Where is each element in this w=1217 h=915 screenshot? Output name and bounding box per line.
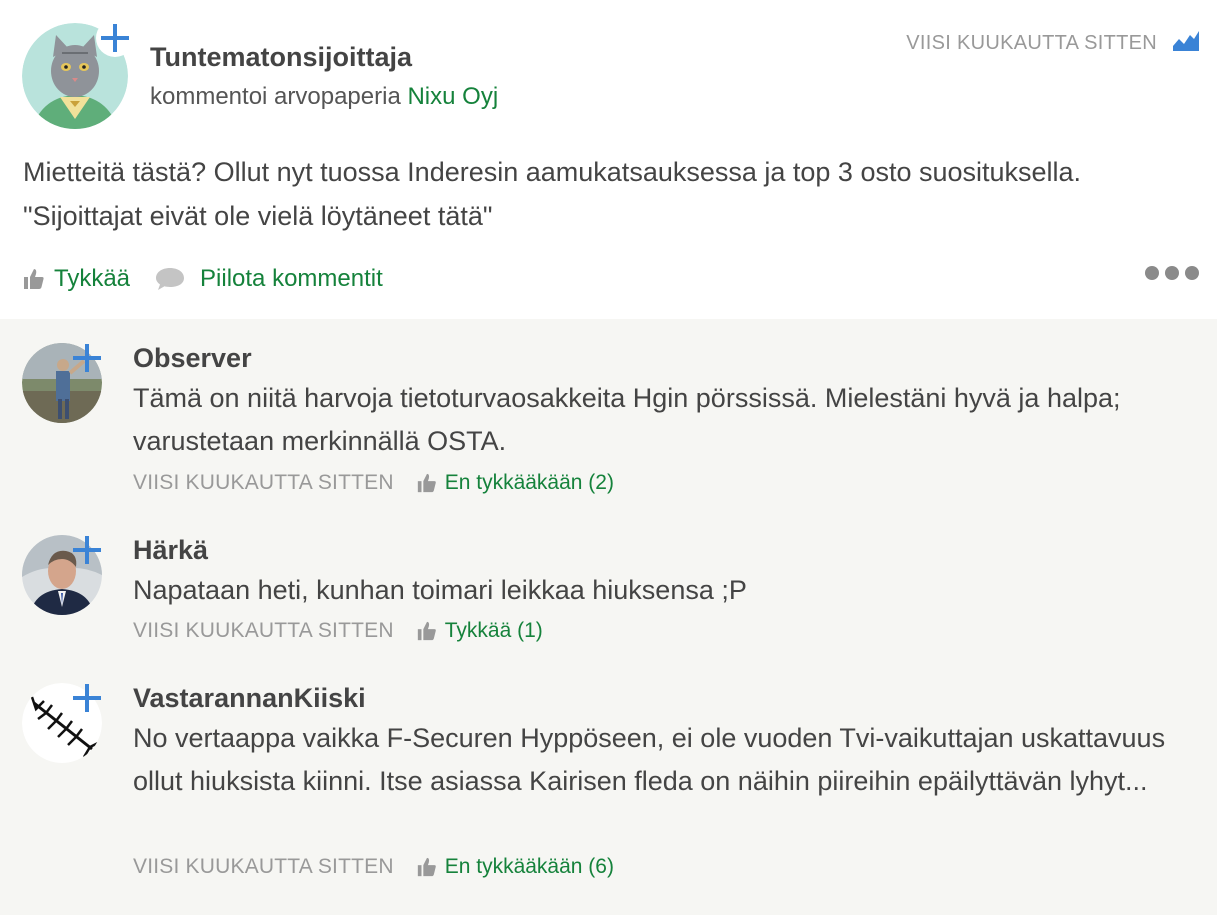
follow-plus-icon[interactable] [70, 341, 104, 375]
comment-footer: VIISI KUUKAUTTA SITTEN En tykkääkään (6) [133, 855, 614, 879]
stock-chart-icon[interactable] [1173, 29, 1199, 51]
main-post: Tuntematonsijoittaja kommentoi arvopaper… [0, 0, 1217, 319]
thumbs-up-icon [417, 473, 436, 493]
hide-comments-button[interactable]: Piilota kommentit [154, 265, 383, 293]
like-label: Tykkää [54, 265, 131, 292]
comment-text: Tämä on niitä harvoja tietoturvaosakkeit… [133, 383, 1121, 456]
follow-plus-icon[interactable] [96, 19, 134, 57]
comment-text: Napataan heti, kunhan toimari leikkaa hi… [133, 575, 747, 605]
comment-timestamp: VIISI KUUKAUTTA SITTEN [133, 471, 394, 494]
commenter-name[interactable]: Observer [133, 343, 252, 374]
commenter-avatar[interactable] [22, 343, 102, 423]
commenter-name[interactable]: VastarannanKiiski [133, 683, 366, 714]
thumbs-up-icon [417, 857, 436, 877]
commenter-avatar[interactable] [22, 535, 102, 615]
post-author-name[interactable]: Tuntematonsijoittaja [150, 42, 412, 73]
like-button[interactable]: En tykkääkään (6) [416, 855, 614, 879]
commenter-avatar[interactable] [22, 683, 102, 763]
security-link[interactable]: Nixu Oyj [407, 83, 498, 110]
comment-timestamp: VIISI KUUKAUTTA SITTEN [133, 855, 394, 878]
post-meta-line: kommentoi arvopaperia Nixu Oyj [150, 83, 498, 111]
thumbs-up-icon [24, 269, 44, 289]
thumbs-up-icon [417, 621, 436, 641]
comment-footer: VIISI KUUKAUTTA SITTEN En tykkääkään (2) [133, 471, 614, 495]
post-actions: Tykkää Piilota kommentit [22, 262, 383, 296]
like-label: En tykkääkään (6) [444, 855, 614, 878]
post-action-text: kommentoi arvopaperia [150, 83, 408, 110]
follow-plus-icon[interactable] [70, 681, 104, 715]
more-options-icon[interactable] [1145, 266, 1199, 280]
like-label: En tykkääkään (2) [444, 471, 614, 494]
post-timestamp: VIISI KUUKAUTTA SITTEN [906, 32, 1157, 54]
comment-bubble-icon [156, 268, 185, 290]
comments-section: Observer Tämä on niitä harvoja tietoturv… [0, 319, 1217, 915]
post-body: Mietteitä tästä? Ollut nyt tuossa Indere… [23, 157, 1082, 231]
like-button[interactable]: En tykkääkään (2) [416, 471, 614, 495]
commenter-name[interactable]: Härkä [133, 535, 208, 566]
hide-comments-label: Piilota kommentit [200, 265, 383, 292]
like-label: Tykkää (1) [444, 619, 543, 642]
comment-footer: VIISI KUUKAUTTA SITTEN Tykkää (1) [133, 619, 543, 643]
like-button[interactable]: Tykkää [22, 265, 130, 293]
follow-plus-icon[interactable] [70, 533, 104, 567]
comment-timestamp: VIISI KUUKAUTTA SITTEN [133, 619, 394, 642]
comment-text: No vertaappa vaikka F-Securen Hyppöseen,… [133, 723, 1166, 796]
like-button[interactable]: Tykkää (1) [416, 619, 543, 643]
author-avatar[interactable] [22, 19, 134, 129]
